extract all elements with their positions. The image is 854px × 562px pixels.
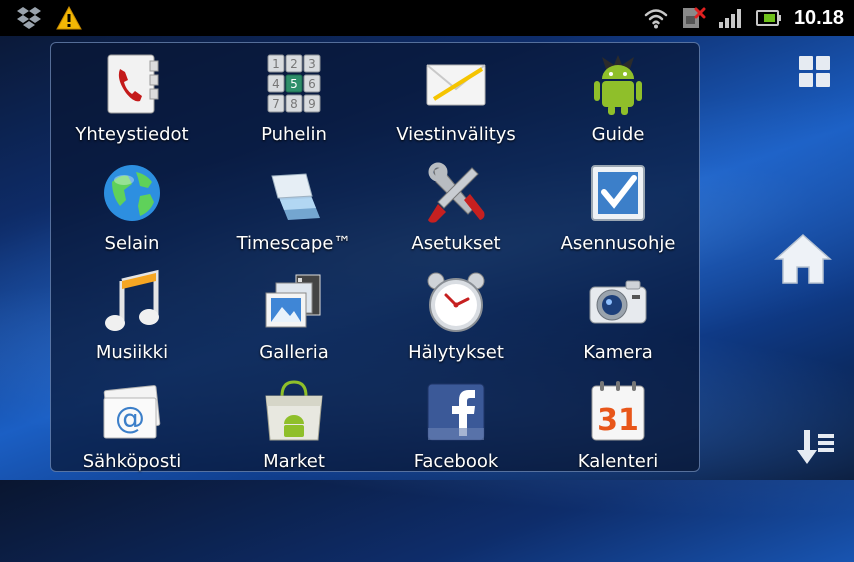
app-label: Hälytykset xyxy=(408,342,504,363)
music-note-icon xyxy=(105,269,159,331)
app-alarms[interactable]: Hälytykset xyxy=(375,261,537,370)
status-bar[interactable]: 10.18 xyxy=(0,0,854,36)
android-guide-icon xyxy=(594,55,642,115)
svg-text:6: 6 xyxy=(308,77,316,91)
camera-icon xyxy=(589,280,647,324)
svg-text:8: 8 xyxy=(290,97,298,111)
svg-text:3: 3 xyxy=(308,57,316,71)
app-setup-guide[interactable]: Asennusohje xyxy=(537,152,699,261)
app-label: Facebook xyxy=(413,451,499,472)
app-label: Kalenteri xyxy=(577,451,659,472)
tools-icon xyxy=(428,162,485,223)
app-label: Galleria xyxy=(259,342,329,363)
alarm-clock-icon xyxy=(427,272,485,332)
app-phone[interactable]: 123 4 6 789 5 Puhelin xyxy=(213,43,375,152)
app-settings[interactable]: Asetukset xyxy=(375,152,537,261)
svg-text:@: @ xyxy=(115,401,145,436)
app-contacts[interactable]: Yhteystiedot xyxy=(51,43,213,152)
home-icon[interactable] xyxy=(774,233,832,285)
app-drawer[interactable]: Yhteystiedot 123 4 6 789 5 Puhelin Viesti… xyxy=(50,42,700,472)
dropbox-icon xyxy=(17,7,41,29)
app-label: Kamera xyxy=(583,342,653,363)
calendar-icon: 31 xyxy=(591,381,645,441)
app-market[interactable]: Market xyxy=(213,370,375,479)
app-label: Musiikki xyxy=(95,342,169,363)
svg-text:4: 4 xyxy=(272,77,280,91)
app-label: Viestinvälitys xyxy=(396,124,516,145)
app-label: Selain xyxy=(104,233,160,254)
app-label: Sähköposti xyxy=(82,451,182,472)
sort-icon[interactable] xyxy=(796,428,836,466)
app-camera[interactable]: Kamera xyxy=(537,261,699,370)
svg-text:7: 7 xyxy=(272,97,280,111)
status-clock: 10.18 xyxy=(793,7,844,29)
envelope-icon xyxy=(426,64,486,106)
app-label: Puhelin xyxy=(261,124,327,145)
app-email[interactable]: @ Sähköposti xyxy=(51,370,213,479)
app-label: Yhteystiedot xyxy=(75,124,189,145)
app-calendar[interactable]: 31 Kalenteri xyxy=(537,370,699,479)
warning-icon xyxy=(56,6,82,30)
app-facebook[interactable]: Facebook xyxy=(375,370,537,479)
wifi-icon xyxy=(644,9,668,29)
app-gallery[interactable]: Galleria xyxy=(213,261,375,370)
facebook-icon xyxy=(427,383,485,441)
market-bag-icon xyxy=(265,380,323,441)
email-at-icon: @ xyxy=(103,385,161,439)
timescape-icon xyxy=(271,173,320,220)
app-label: Timescape™ xyxy=(236,233,352,254)
checkbox-icon xyxy=(591,165,645,221)
phone-dialpad-icon: 123 4 6 789 5 xyxy=(267,54,321,113)
globe-icon xyxy=(104,165,160,221)
calendar-day: 31 xyxy=(597,403,639,438)
app-timescape[interactable]: Timescape™ xyxy=(213,152,375,261)
app-label: Market xyxy=(263,451,325,472)
gallery-icon xyxy=(265,274,321,328)
app-label: Asennusohje xyxy=(560,233,676,254)
svg-text:5: 5 xyxy=(290,77,298,91)
app-messaging[interactable]: Viestinvälitys xyxy=(375,43,537,152)
no-sim-icon xyxy=(682,7,706,28)
signal-icon xyxy=(718,9,741,28)
battery-icon xyxy=(755,10,781,26)
grid-view-icon[interactable] xyxy=(798,55,832,89)
svg-text:2: 2 xyxy=(290,57,298,71)
contacts-icon xyxy=(107,54,159,114)
app-guide[interactable]: Guide xyxy=(537,43,699,152)
app-grid: Yhteystiedot 123 4 6 789 5 Puhelin Viesti… xyxy=(51,43,699,472)
app-music[interactable]: Musiikki xyxy=(51,261,213,370)
app-label: Guide xyxy=(591,124,645,145)
app-browser[interactable]: Selain xyxy=(51,152,213,261)
svg-text:9: 9 xyxy=(308,97,316,111)
svg-text:1: 1 xyxy=(272,57,280,71)
app-label: Asetukset xyxy=(411,233,501,254)
